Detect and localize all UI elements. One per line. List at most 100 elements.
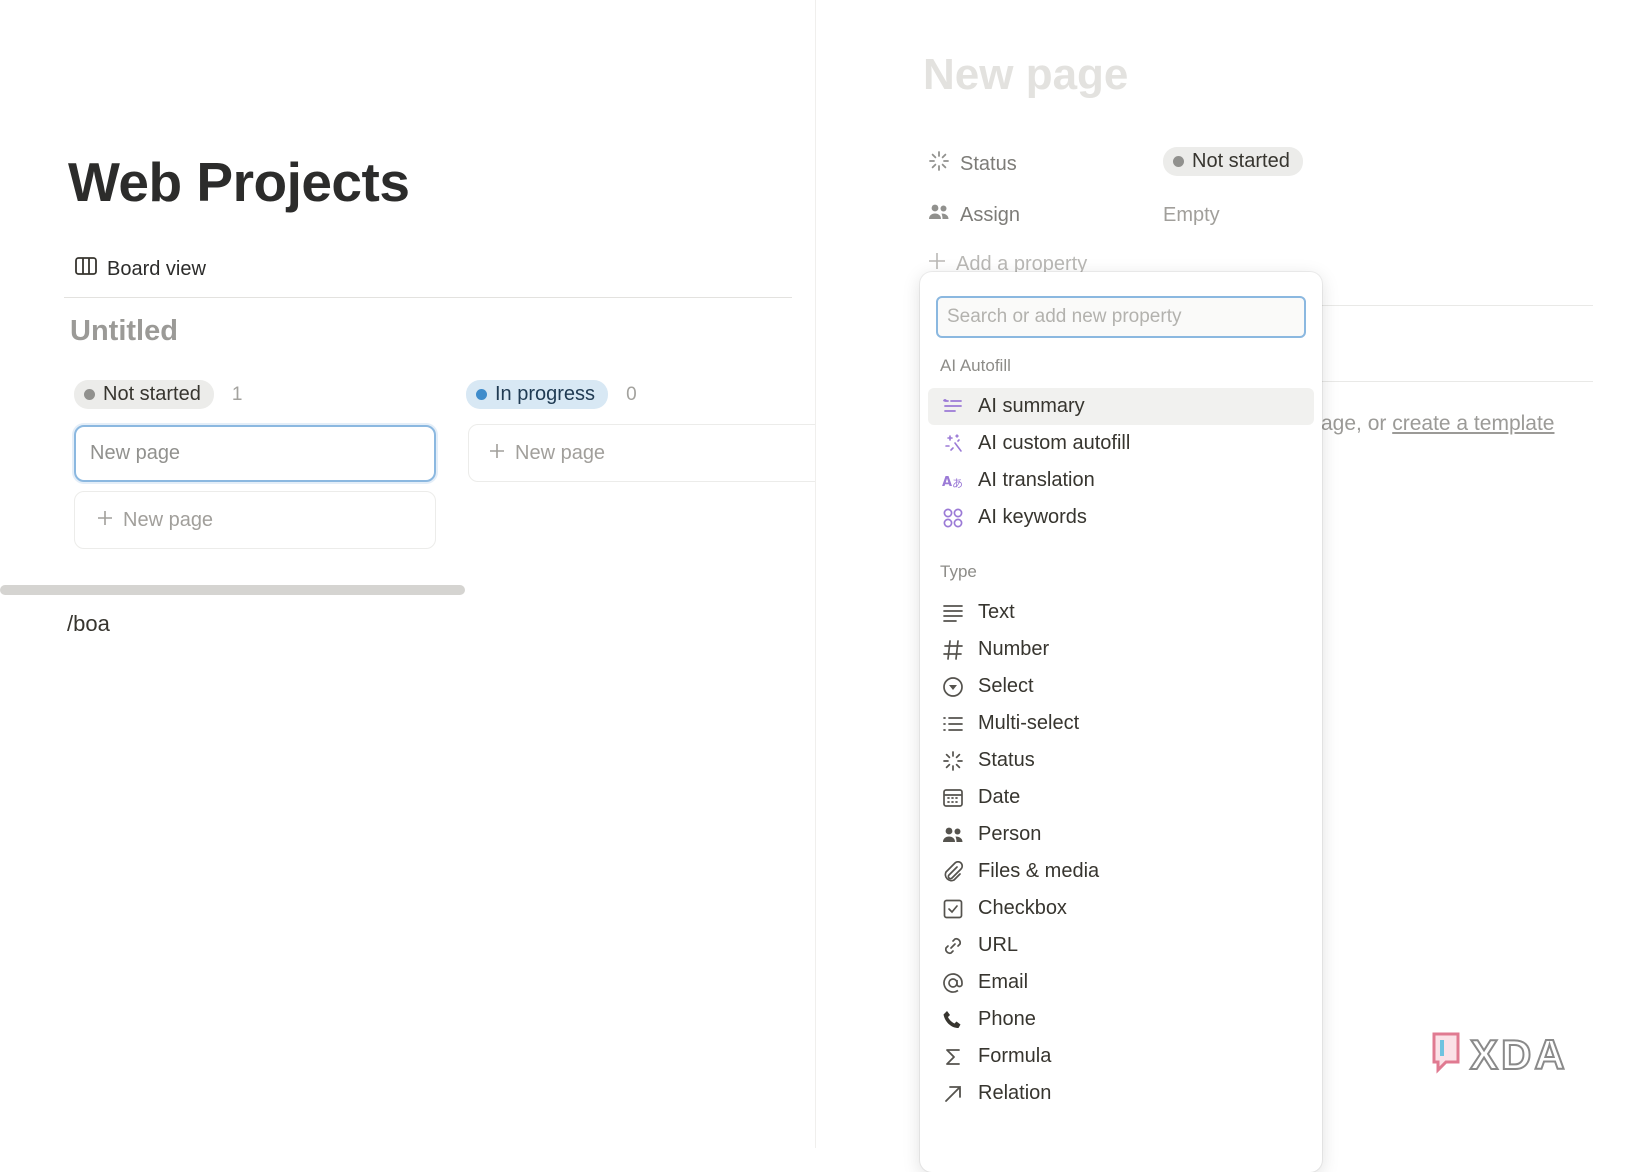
menu-item-ai-keywords[interactable]: AI keywords xyxy=(928,499,1314,536)
watermark-text: XDA xyxy=(1469,1030,1568,1079)
menu-item-label: AI summary xyxy=(978,395,1085,417)
arrow-up-right-icon xyxy=(940,1081,966,1107)
card-placeholder: New page xyxy=(90,442,181,464)
hint-text: age, or xyxy=(1321,412,1393,435)
status-dot-icon xyxy=(84,389,95,400)
paperclip-icon xyxy=(940,859,966,885)
create-template-link[interactable]: create a template xyxy=(1392,412,1554,435)
status-dot-icon xyxy=(1173,156,1184,167)
board-view-icon xyxy=(75,256,97,282)
template-hint: age, or create a template xyxy=(1321,412,1554,436)
menu-item-ai-translation[interactable]: Aあ AI translation xyxy=(928,462,1314,499)
menu-item-label: Files & media xyxy=(978,860,1100,882)
menu-item-label: AI keywords xyxy=(978,506,1087,528)
menu-item-select[interactable]: Select xyxy=(928,668,1314,705)
group-header-not-started[interactable]: Not started 1 xyxy=(74,380,242,409)
menu-item-label: Email xyxy=(978,971,1029,993)
slash-command-text[interactable]: /boa xyxy=(67,611,110,637)
status-badge: In progress xyxy=(466,380,609,409)
sparkle-icon xyxy=(940,431,966,457)
phone-icon xyxy=(940,1007,966,1033)
menu-item-label: Select xyxy=(978,675,1034,697)
menu-item-label: Checkbox xyxy=(978,897,1067,919)
keywords-icon xyxy=(940,505,966,531)
plus-icon xyxy=(489,442,505,465)
status-spinner-icon xyxy=(928,150,950,178)
section-ai-autofill: AI Autofill xyxy=(940,356,1011,375)
panel-divider xyxy=(1322,305,1593,306)
view-divider xyxy=(64,297,792,298)
menu-item-label: AI custom autofill xyxy=(978,432,1131,454)
menu-item-label: Formula xyxy=(978,1045,1052,1067)
plus-icon xyxy=(97,509,113,532)
property-status-value[interactable]: Not started xyxy=(1163,147,1303,176)
card-title-input[interactable]: New page xyxy=(74,425,436,482)
translate-icon: Aあ xyxy=(940,468,966,494)
group-count: 0 xyxy=(626,383,637,405)
menu-item-files-media[interactable]: Files & media xyxy=(928,853,1314,890)
menu-item-url[interactable]: URL xyxy=(928,927,1314,964)
list-icon xyxy=(940,711,966,737)
property-label: Assign xyxy=(960,203,1021,226)
new-page-label: New page xyxy=(123,508,214,531)
menu-item-number[interactable]: Number xyxy=(928,631,1314,668)
svg-text:A: A xyxy=(942,475,952,490)
menu-item-checkbox[interactable]: Checkbox xyxy=(928,890,1314,927)
menu-item-person[interactable]: Person xyxy=(928,816,1314,853)
menu-item-relation[interactable]: Relation xyxy=(928,1075,1314,1112)
checkbox-icon xyxy=(940,896,966,922)
menu-item-ai-summary[interactable]: AI summary xyxy=(928,388,1314,425)
board-area: Web Projects Board view Untitled Not sta… xyxy=(0,0,828,1148)
property-assign-value[interactable]: Empty xyxy=(1163,204,1220,227)
xda-logo-icon xyxy=(1430,1030,1466,1079)
xda-watermark: XDA xyxy=(1430,1030,1568,1079)
menu-item-label: Number xyxy=(978,638,1050,660)
menu-item-ai-custom-autofill[interactable]: AI custom autofill xyxy=(928,425,1314,462)
property-assign[interactable]: Assign xyxy=(928,202,1020,228)
select-circle-icon xyxy=(940,674,966,700)
hash-icon xyxy=(940,637,966,663)
menu-item-label: AI translation xyxy=(978,469,1095,491)
menu-item-status[interactable]: Status xyxy=(928,742,1314,779)
board-name[interactable]: Untitled xyxy=(70,315,178,348)
menu-item-label: Multi-select xyxy=(978,712,1080,734)
peek-page-title[interactable]: New page xyxy=(923,50,1128,100)
group-header-in-progress[interactable]: In progress 0 xyxy=(466,380,637,409)
people-icon xyxy=(928,202,950,228)
group-label: In progress xyxy=(495,383,596,405)
menu-item-text[interactable]: Text xyxy=(928,594,1314,631)
tab-board-view-label: Board view xyxy=(107,257,206,280)
menu-item-label: Date xyxy=(978,786,1021,808)
menu-item-phone[interactable]: Phone xyxy=(928,1001,1314,1038)
page-title: Web Projects xyxy=(68,151,410,213)
section-type: Type xyxy=(940,562,977,581)
menu-item-date[interactable]: Date xyxy=(928,779,1314,816)
property-label: Status xyxy=(960,152,1017,175)
status-spinner-icon xyxy=(940,748,966,774)
menu-item-label: Phone xyxy=(978,1008,1036,1030)
calendar-icon xyxy=(940,785,966,811)
panel-divider xyxy=(1322,381,1593,382)
property-status[interactable]: Status xyxy=(928,150,1017,178)
group-label: Not started xyxy=(103,383,201,405)
status-dot-icon xyxy=(476,389,487,400)
people-icon xyxy=(940,822,966,848)
svg-text:あ: あ xyxy=(952,477,963,490)
menu-item-multi-select[interactable]: Multi-select xyxy=(928,705,1314,742)
tab-board-view[interactable]: Board view xyxy=(75,256,206,282)
horizontal-scrollbar[interactable] xyxy=(0,585,465,595)
menu-item-label: Text xyxy=(978,601,1015,623)
new-page-button[interactable]: New page xyxy=(468,424,828,482)
menu-item-email[interactable]: Email xyxy=(928,964,1314,1001)
status-badge: Not started xyxy=(1163,147,1303,176)
property-type-menu: AI Autofill AI summary AI custom autofil… xyxy=(920,272,1322,1172)
menu-item-formula[interactable]: Formula xyxy=(928,1038,1314,1075)
menu-item-label: Person xyxy=(978,823,1042,845)
status-value-label: Not started xyxy=(1192,150,1290,172)
new-page-button[interactable]: New page xyxy=(74,491,436,549)
property-search-input[interactable] xyxy=(936,296,1306,338)
link-icon xyxy=(940,933,966,959)
menu-item-label: Relation xyxy=(978,1082,1052,1104)
menu-item-label: Status xyxy=(978,749,1035,771)
menu-item-label: URL xyxy=(978,934,1019,956)
